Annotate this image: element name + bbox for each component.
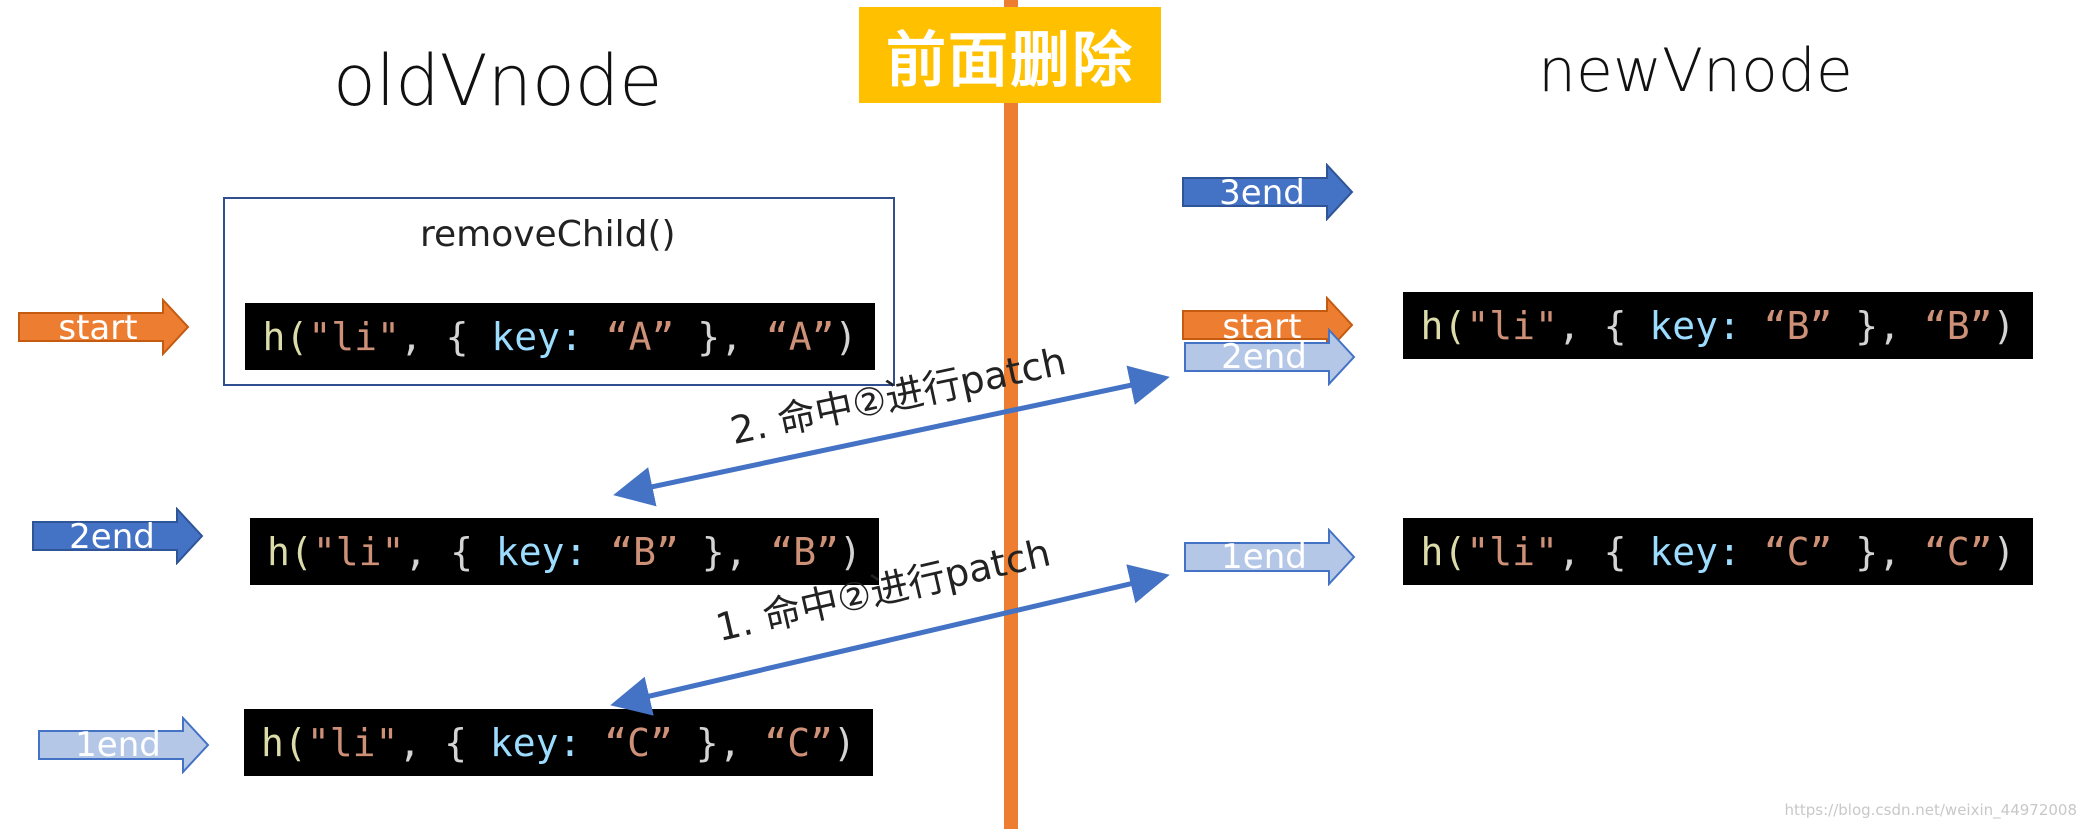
watermark: https://blog.csdn.net/weixin_44972008	[1784, 801, 2077, 819]
patch-connectors	[610, 365, 1170, 716]
